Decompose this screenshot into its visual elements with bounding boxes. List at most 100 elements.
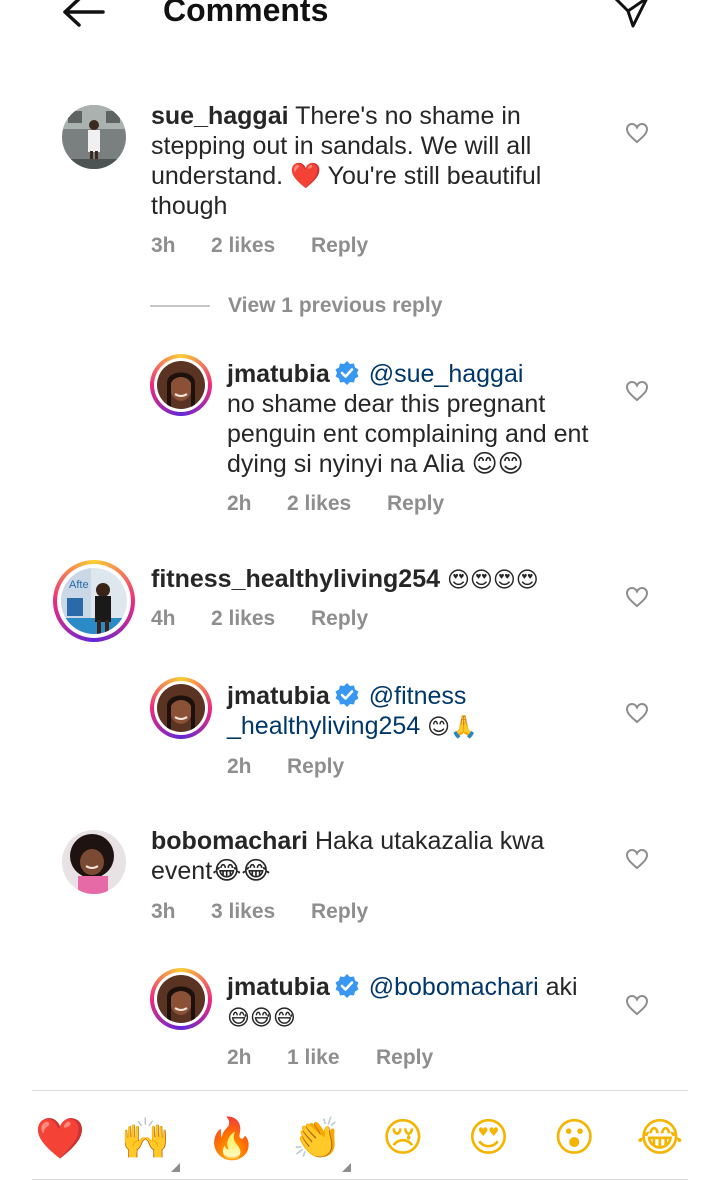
heart-eyes-icon: 😍	[467, 1115, 510, 1161]
avatar[interactable]	[157, 361, 205, 409]
reply-button[interactable]: Reply	[387, 492, 444, 516]
comment-meta: 4h 2 likes Reply	[151, 607, 368, 631]
like-button[interactable]	[622, 376, 652, 406]
comment-line: 😍😍😍😍	[446, 568, 539, 593]
comment-line: Haka utakazalia kwa	[314, 827, 545, 855]
bottom-divider	[32, 1179, 688, 1180]
comment-time: 2h	[227, 1046, 252, 1069]
comment-text: jmatubia @sue_haggai no shame dear this …	[227, 359, 627, 479]
surprised-face-icon: 😮	[553, 1115, 596, 1161]
like-button[interactable]	[622, 698, 652, 728]
reaction-heart-eyes[interactable]: 😍	[461, 1110, 517, 1166]
reply-button[interactable]: Reply	[287, 755, 344, 779]
comment-time: 2h	[227, 755, 252, 778]
mention-link[interactable]: @fitness	[369, 682, 467, 710]
reaction-crying[interactable]: 😢	[375, 1110, 431, 1166]
reaction-laughing[interactable]: 😂	[632, 1110, 688, 1166]
comment-meta: 3h 2 likes Reply	[151, 234, 368, 258]
comment-time: 3h	[151, 900, 176, 923]
avatar[interactable]	[157, 975, 205, 1023]
like-button[interactable]	[622, 582, 652, 612]
header-bar: Comments	[0, 0, 720, 40]
arrow-left-icon	[63, 0, 105, 27]
heart-icon	[625, 702, 649, 724]
reply-button[interactable]: Reply	[311, 234, 368, 258]
avatar[interactable]	[62, 105, 126, 169]
comment-meta: 2h Reply	[227, 755, 344, 779]
send-icon	[614, 0, 648, 28]
comment-line: aki	[545, 973, 578, 1001]
comment-likes[interactable]: 1 like	[287, 1046, 376, 1070]
comment-meta: 3h 3 likes Reply	[151, 900, 368, 924]
mention-link[interactable]: _healthyliving254	[227, 712, 420, 740]
comment-text: bobomachari Haka utakazalia kwa event😂😂	[151, 826, 601, 886]
comment-line: understand. ❤️ You're still beautiful	[151, 162, 542, 190]
replies-divider-line	[150, 305, 210, 307]
comment-line: There's no shame in	[295, 102, 521, 130]
like-button[interactable]	[622, 990, 652, 1020]
heart-icon	[625, 848, 649, 870]
reply-button[interactable]: Reply	[311, 607, 368, 631]
avatar[interactable]: Afte	[61, 568, 127, 634]
like-button[interactable]	[622, 844, 652, 874]
comment-username[interactable]: jmatubia	[227, 682, 330, 710]
comment-likes[interactable]: 2 likes	[287, 492, 387, 516]
comment-likes[interactable]: 2 likes	[211, 234, 311, 258]
skin-tone-indicator	[342, 1163, 352, 1172]
fire-icon: 🔥	[206, 1115, 257, 1162]
svg-text:Afte: Afte	[69, 579, 89, 591]
verified-badge-icon	[335, 974, 359, 998]
view-replies-label: View 1 previous reply	[228, 294, 443, 317]
comment-line: 😊🙏	[427, 715, 478, 740]
comment-line: dying si nyinyi na Alia 😊😊	[227, 450, 524, 478]
reactions-divider	[32, 1090, 688, 1091]
raised-hands-icon: 🙌	[120, 1115, 171, 1162]
red-heart-icon: ❤️	[35, 1115, 85, 1162]
comment-meta: 2h 1 like Reply	[227, 1046, 433, 1070]
heart-icon	[625, 122, 649, 144]
reply-button[interactable]: Reply	[376, 1046, 433, 1070]
back-button[interactable]	[58, 0, 108, 32]
quick-reactions-bar: ❤️ 🙌 🔥 👏 😢 😍 😮 😂	[32, 1110, 688, 1172]
comment-line: penguin ent complaining and ent	[227, 420, 589, 448]
heart-icon	[625, 380, 649, 402]
comment-username[interactable]: sue_haggai	[151, 102, 289, 130]
comment-username[interactable]: bobomachari	[151, 827, 308, 855]
reaction-fire[interactable]: 🔥	[203, 1110, 259, 1166]
comment-line: stepping out in sandals. We will all	[151, 132, 532, 160]
comment-time: 3h	[151, 234, 176, 257]
crying-face-icon: 😢	[381, 1115, 424, 1161]
share-button[interactable]	[608, 0, 654, 32]
skin-tone-indicator	[170, 1163, 180, 1172]
reply-button[interactable]: Reply	[311, 900, 368, 924]
comment-likes[interactable]: 3 likes	[211, 900, 311, 924]
avatar[interactable]	[157, 684, 205, 732]
comment-text: sue_haggai There's no shame in stepping …	[151, 101, 601, 221]
clapping-hands-icon: 👏	[292, 1115, 343, 1162]
avatar[interactable]	[62, 830, 126, 894]
view-previous-replies[interactable]: View 1 previous reply	[150, 294, 442, 318]
reaction-clap[interactable]: 👏	[289, 1110, 352, 1172]
comment-username[interactable]: jmatubia	[227, 973, 330, 1001]
comment-text: jmatubia @fitness _healthyliving254 😊🙏	[227, 681, 627, 743]
comment-line: 😅😅😅	[227, 1006, 296, 1031]
verified-badge-icon	[335, 361, 359, 385]
mention-link[interactable]: @bobomachari	[369, 973, 539, 1001]
comment-line: though	[151, 192, 228, 220]
reaction-heart[interactable]: ❤️	[32, 1110, 88, 1166]
comment-username[interactable]: jmatubia	[227, 360, 330, 388]
page-title: Comments	[163, 0, 329, 28]
comment-text: fitness_healthyliving254 😍😍😍😍	[151, 564, 611, 596]
comment-username[interactable]: fitness_healthyliving254	[151, 565, 440, 593]
comment-likes[interactable]: 2 likes	[211, 607, 311, 631]
comment-text: jmatubia @bobomachari aki 😅😅😅	[227, 972, 627, 1034]
comment-line: no shame dear this pregnant	[227, 390, 546, 418]
verified-badge-icon	[335, 683, 359, 707]
mention-link[interactable]: @sue_haggai	[369, 360, 524, 388]
reaction-raised-hands[interactable]: 🙌	[118, 1110, 180, 1172]
reaction-surprised[interactable]: 😮	[546, 1110, 602, 1166]
comment-time: 4h	[151, 607, 176, 630]
comment-meta: 2h 2 likes Reply	[227, 492, 444, 516]
tears-of-joy-icon: 😂	[636, 1115, 684, 1161]
like-button[interactable]	[622, 118, 652, 148]
